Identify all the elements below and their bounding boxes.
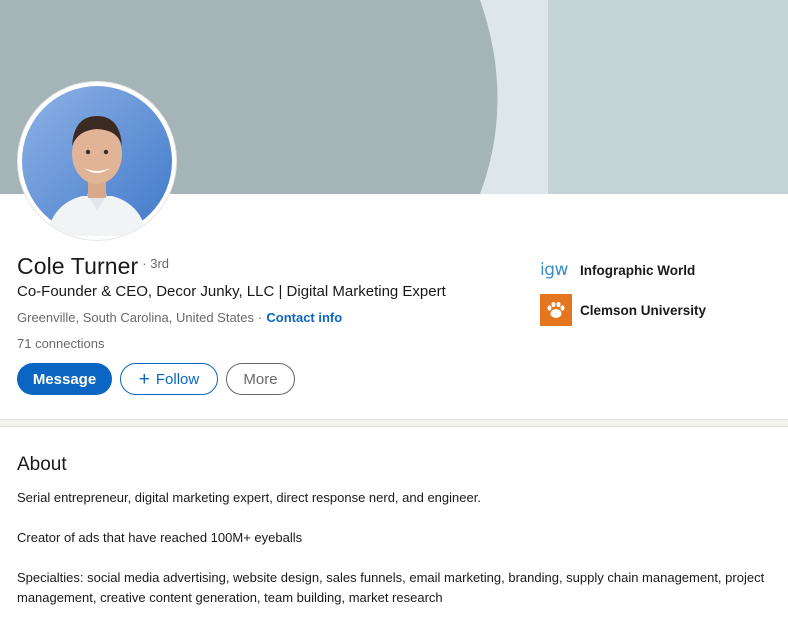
name-row: Cole Turner · 3rd — [17, 253, 169, 280]
igw-logo-icon: igw — [540, 260, 568, 280]
follow-button[interactable]: + Follow — [120, 363, 218, 395]
connections-count: 71 connections — [17, 336, 105, 351]
profile-location: Greenville, South Carolina, United State… — [17, 310, 255, 325]
profile-avatar[interactable] — [18, 82, 176, 240]
message-button[interactable]: Message — [17, 363, 112, 395]
about-section: About Serial entrepreneur, digital marke… — [0, 427, 788, 627]
location-row: Greenville, South Carolina, United State… — [17, 310, 342, 325]
more-button[interactable]: More — [226, 363, 295, 395]
profile-actions: Message + Follow More — [17, 363, 295, 395]
profile-orgs: igw Infographic World Clemson University — [540, 254, 706, 334]
org-infographic-world[interactable]: igw Infographic World — [540, 254, 706, 286]
org-name: Infographic World — [580, 262, 696, 278]
org-clemson-university[interactable]: Clemson University — [540, 294, 706, 326]
connection-degree: · 3rd — [142, 256, 170, 271]
separator: · — [258, 310, 263, 325]
follow-label: Follow — [155, 370, 200, 388]
tiger-paw-icon — [540, 294, 572, 326]
profile-card: Cole Turner · 3rd Co-Founder & CEO, Deco… — [0, 0, 788, 420]
about-paragraph-2: Creator of ads that have reached 100M+ e… — [17, 530, 303, 545]
org-name: Clemson University — [580, 302, 707, 318]
about-paragraph-3: Specialties: social media advertising, w… — [17, 570, 765, 605]
about-title: About — [17, 454, 67, 475]
plus-icon: + — [138, 368, 150, 390]
section-divider — [0, 419, 788, 427]
profile-headline: Co-Founder & CEO, Decor Junky, LLC | Dig… — [17, 283, 446, 300]
profile-name: Cole Turner — [17, 253, 139, 279]
contact-info-link[interactable]: Contact info — [266, 310, 342, 325]
about-paragraph-1: Serial entrepreneur, digital marketing e… — [17, 490, 481, 505]
